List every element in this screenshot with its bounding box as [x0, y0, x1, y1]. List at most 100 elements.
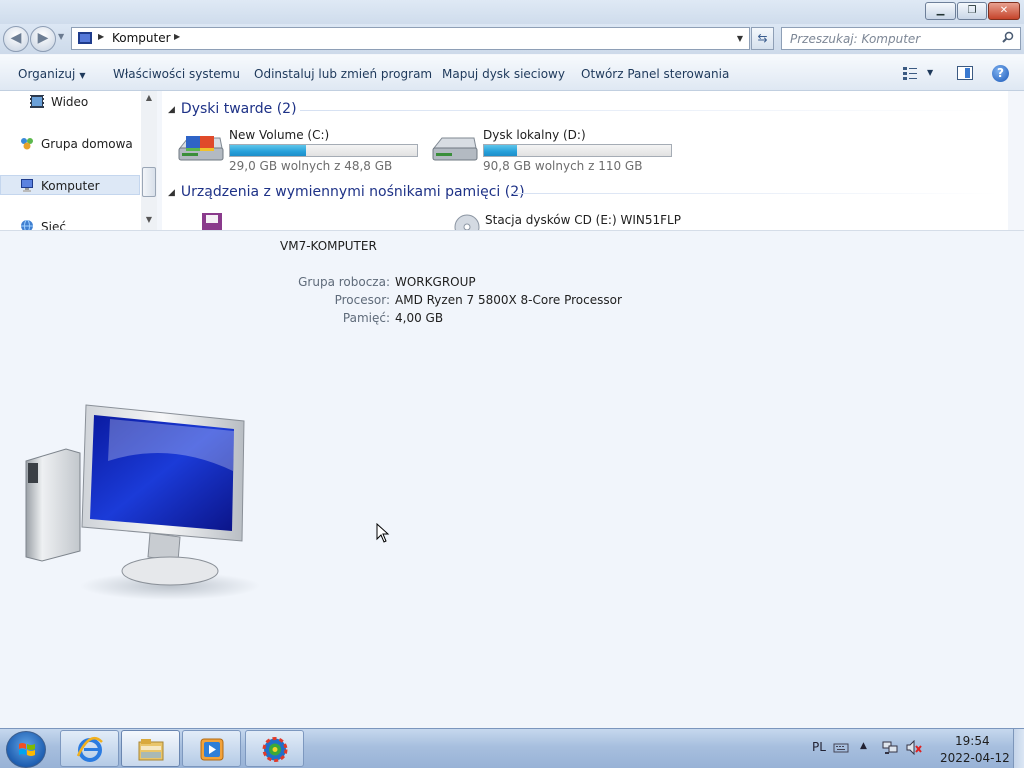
computer-icon	[21, 179, 33, 192]
nav-item-label: Komputer	[41, 179, 100, 193]
nav-item-label: Sieć	[41, 220, 66, 230]
drive-name: New Volume (C:)	[229, 128, 330, 142]
windows-explorer-icon	[138, 739, 164, 761]
maximize-button[interactable]: ❐	[957, 2, 987, 20]
uninstall-program-button[interactable]: Odinstaluj lub zmień program	[254, 67, 432, 81]
minimize-button[interactable]: ▁	[925, 2, 956, 20]
computer-name: VM7-KOMPUTER	[280, 239, 377, 253]
drive-usage-fill	[230, 145, 306, 156]
drive-free-space: 29,0 GB wolnych z 48,8 GB	[229, 159, 393, 173]
title-bar: ▁ ❐ ✕	[0, 0, 1024, 24]
nav-item-computer[interactable]: Komputer	[0, 175, 140, 195]
group-divider	[511, 193, 1000, 194]
media-player-icon	[200, 738, 224, 761]
navpane-scrollbar[interactable]: ▲ ▼	[141, 91, 157, 230]
scroll-up-arrow[interactable]: ▲	[141, 91, 157, 105]
map-network-drive-button[interactable]: Mapuj dysk sieciowy	[442, 67, 565, 81]
removable-group-header[interactable]: ◢ Urządzenia z wymiennymi nośnikami pamię…	[168, 184, 525, 200]
collapse-icon[interactable]: ◢	[168, 188, 175, 198]
nav-item-label: Grupa domowa	[41, 137, 133, 151]
search-placeholder: Przeszukaj: Komputer	[790, 32, 921, 46]
organize-label: Organizuj	[18, 67, 76, 81]
volume-muted-icon[interactable]	[906, 740, 922, 755]
collapse-icon[interactable]: ◢	[168, 105, 175, 115]
chevron-down-icon: ▼	[79, 71, 86, 80]
drive-item-d[interactable]: Dysk lokalny (D:) 90,8 GB wolnych z 110 …	[430, 126, 680, 173]
show-desktop-button[interactable]	[1013, 729, 1024, 768]
network-status-icon[interactable]	[882, 740, 898, 755]
search-icon[interactable]	[1002, 31, 1014, 43]
nav-item-homegroup[interactable]: Grupa domowa	[0, 134, 140, 154]
search-input[interactable]: Przeszukaj: Komputer	[781, 27, 1021, 50]
clock-time[interactable]: 19:54	[955, 734, 990, 748]
internet-explorer-icon	[76, 737, 103, 762]
workgroup-label: Grupa robocza:	[298, 275, 390, 289]
taskbar-internet-explorer[interactable]	[60, 730, 119, 767]
preview-pane-icon[interactable]	[957, 66, 973, 80]
view-options-dropdown[interactable]: ▼	[927, 68, 933, 77]
chevron-right-icon[interactable]: ▶	[98, 32, 104, 41]
scroll-down-arrow[interactable]: ▼	[141, 213, 157, 227]
open-control-panel-button[interactable]: Otwórz Panel sterowania	[581, 67, 729, 81]
app-icon	[262, 737, 288, 762]
drive-usage-fill	[484, 145, 517, 156]
computer-icon	[78, 32, 92, 44]
navigation-pane: Wideo Grupa domowa Komputer Sieć ▲ ▼	[0, 91, 157, 230]
navigation-bar: ◀ ▶ ▼ ▶ Komputer ▶ ▼ ⇆ Przeszukaj: Kompu…	[0, 24, 1024, 54]
nav-item-label: Wideo	[51, 95, 89, 109]
scrollbar-thumb[interactable]	[142, 167, 156, 197]
taskbar-windows-explorer[interactable]	[121, 730, 180, 767]
computer-icon	[25, 404, 260, 600]
hard-drive-icon	[432, 137, 478, 161]
workgroup-value: WORKGROUP	[395, 275, 476, 289]
organize-button[interactable]: Organizuj ▼	[18, 67, 85, 81]
drive-name: Dysk lokalny (D:)	[483, 128, 586, 142]
details-pane: VM7-KOMPUTER Grupa robocza: WORKGROUP Pr…	[0, 230, 1024, 728]
recent-pages-dropdown[interactable]: ▼	[58, 32, 64, 41]
refresh-button[interactable]: ⇆	[751, 27, 774, 50]
floppy-drive-icon	[202, 213, 222, 230]
chevron-right-icon[interactable]: ▶	[174, 32, 180, 41]
taskbar-app[interactable]	[245, 730, 304, 767]
hard-drives-group-header[interactable]: ◢ Dyski twarde (2)	[168, 101, 297, 117]
taskbar: PL ▲ 19:54 2022-04-12	[0, 728, 1024, 768]
hard-drives-header-label: Dyski twarde (2)	[180, 101, 297, 117]
command-bar: Organizuj ▼ Właściwości systemu Odinstalu…	[0, 55, 1024, 91]
close-button[interactable]: ✕	[988, 2, 1020, 20]
mouse-cursor-icon	[376, 523, 390, 543]
language-indicator[interactable]: PL	[812, 740, 826, 754]
removable-header-label: Urządzenia z wymiennymi nośnikami pamięc…	[180, 184, 525, 200]
address-bar[interactable]: ▶ Komputer ▶ ▼	[71, 27, 750, 50]
video-icon	[30, 95, 44, 108]
forward-button[interactable]: ▶	[30, 26, 56, 52]
drive-item-c[interactable]: New Volume (C:) 29,0 GB wolnych z 48,8 G…	[176, 126, 426, 173]
start-button[interactable]	[6, 731, 46, 768]
taskbar-media-player[interactable]	[182, 730, 241, 767]
address-history-dropdown[interactable]: ▼	[737, 34, 743, 43]
homegroup-icon	[21, 138, 33, 150]
processor-label: Procesor:	[334, 293, 390, 307]
drive-usage-bar	[229, 144, 418, 157]
content-pane: ◢ Dyski twarde (2) New Volume (C:) 29,0 G…	[162, 91, 1008, 230]
help-icon[interactable]: ?	[992, 65, 1009, 82]
back-button[interactable]: ◀	[3, 26, 29, 52]
nav-item-network[interactable]: Sieć	[0, 217, 140, 230]
show-hidden-icons-icon[interactable]: ▲	[860, 741, 867, 751]
cd-drive-name: Stacja dysków CD (E:) WIN51FLP	[485, 213, 681, 227]
system-properties-button[interactable]: Właściwości systemu	[113, 67, 240, 81]
view-options-icon[interactable]	[903, 67, 917, 80]
keyboard-icon[interactable]	[833, 740, 849, 755]
network-icon	[21, 220, 33, 230]
memory-label: Pamięć:	[342, 311, 390, 325]
cd-drive-icon	[454, 214, 480, 230]
nav-item-video[interactable]: Wideo	[0, 92, 140, 112]
windows-logo-icon	[19, 743, 35, 756]
address-segment[interactable]: Komputer	[112, 31, 171, 45]
drive-free-space: 90,8 GB wolnych z 110 GB	[483, 159, 643, 173]
hard-drive-icon	[178, 136, 224, 161]
drive-usage-bar	[483, 144, 672, 157]
processor-value: AMD Ryzen 7 5800X 8-Core Processor	[395, 293, 622, 307]
clock-date[interactable]: 2022-04-12	[940, 751, 1010, 765]
memory-value: 4,00 GB	[395, 311, 444, 325]
group-divider	[300, 110, 1000, 111]
